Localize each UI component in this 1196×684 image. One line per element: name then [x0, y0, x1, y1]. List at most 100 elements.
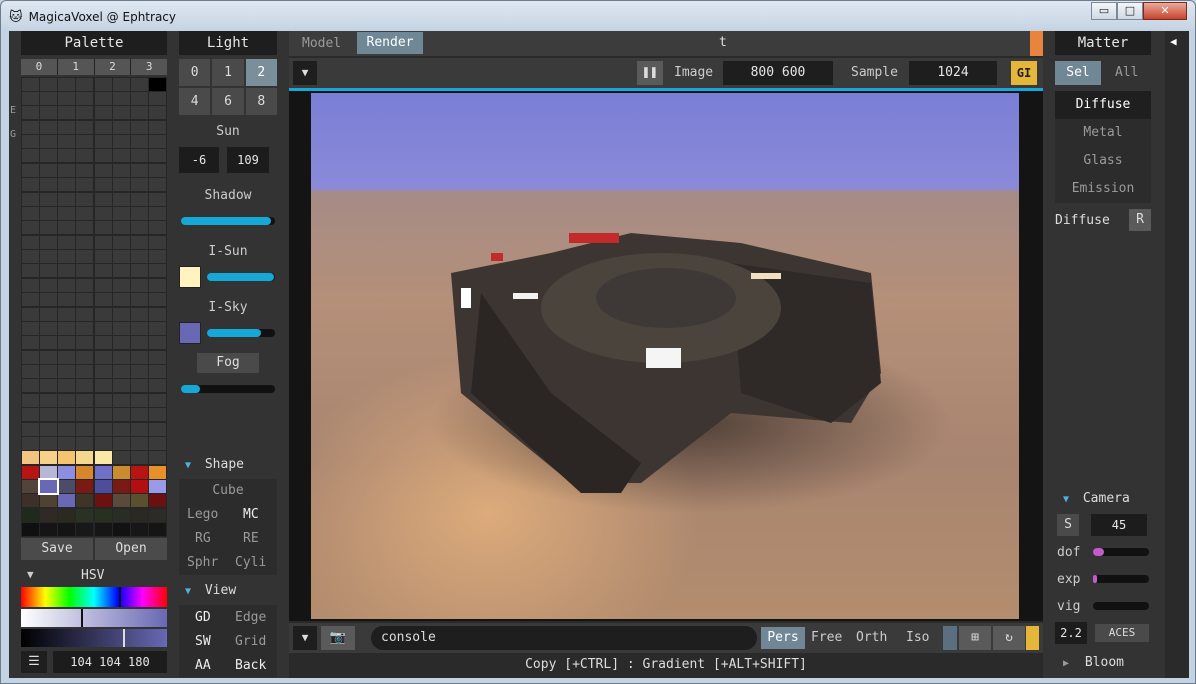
palette-swatch[interactable]: [149, 149, 167, 163]
palette-swatch[interactable]: [58, 278, 75, 292]
palette-swatch[interactable]: [21, 465, 39, 479]
palette-swatch[interactable]: [58, 350, 75, 364]
palette-swatch[interactable]: [149, 480, 167, 493]
palette-swatch[interactable]: [58, 365, 75, 378]
palette-swatch[interactable]: [149, 250, 167, 263]
palette-swatch[interactable]: [39, 250, 57, 263]
palette-swatch[interactable]: [131, 106, 148, 120]
palette-swatch[interactable]: [39, 264, 57, 278]
palette-swatch[interactable]: [112, 494, 130, 508]
aces-button[interactable]: ACES: [1095, 624, 1149, 642]
palette-swatch[interactable]: [76, 321, 94, 335]
palette-swatch[interactable]: [112, 206, 130, 220]
palette-swatch[interactable]: [112, 350, 130, 364]
palette-swatch[interactable]: [131, 393, 148, 407]
palette-swatch[interactable]: [58, 307, 75, 321]
matter-sel-button[interactable]: Sel: [1055, 61, 1101, 85]
palette-tab-3[interactable]: 3: [131, 59, 167, 75]
shape-section-header[interactable]: ▼ Shape: [185, 457, 244, 472]
palette-swatch[interactable]: [112, 120, 130, 134]
palette-swatch[interactable]: [94, 235, 112, 249]
palette-swatch[interactable]: [76, 408, 94, 422]
palette-swatch[interactable]: [94, 393, 112, 407]
palette-swatch[interactable]: [39, 120, 57, 134]
palette-swatch[interactable]: [39, 451, 57, 465]
palette-swatch[interactable]: [39, 422, 57, 436]
palette-swatch[interactable]: [112, 307, 130, 321]
palette-swatch[interactable]: [94, 250, 112, 263]
palette-swatch[interactable]: [76, 264, 94, 278]
palette-swatch[interactable]: [131, 91, 148, 105]
palette-swatch[interactable]: [131, 235, 148, 249]
palette-swatch[interactable]: [112, 336, 130, 350]
material-reset-button[interactable]: R: [1129, 209, 1151, 231]
material-emission[interactable]: Emission: [1055, 175, 1151, 203]
palette-swatch[interactable]: [58, 250, 75, 263]
palette-swatch[interactable]: [131, 264, 148, 278]
palette-swatch[interactable]: [76, 206, 94, 220]
palette-swatch[interactable]: [112, 149, 130, 163]
palette-swatch[interactable]: [21, 523, 39, 537]
palette-swatch[interactable]: [94, 422, 112, 436]
palette-swatch[interactable]: [131, 523, 148, 537]
palette-swatch[interactable]: [58, 149, 75, 163]
palette-swatch[interactable]: [21, 135, 39, 148]
palette-swatch[interactable]: [21, 163, 39, 177]
palette-swatch[interactable]: [39, 293, 57, 307]
palette-swatch[interactable]: [39, 379, 57, 393]
palette-swatch[interactable]: [58, 163, 75, 177]
palette-swatch[interactable]: [112, 480, 130, 493]
hsv-collapse-icon[interactable]: ▼: [27, 568, 34, 581]
view-aa[interactable]: AA: [195, 658, 211, 673]
view-gd[interactable]: GD: [195, 610, 211, 625]
palette-swatch[interactable]: [112, 91, 130, 105]
palette-swatch[interactable]: [76, 77, 94, 91]
palette-swatch[interactable]: [94, 278, 112, 292]
palette-swatch[interactable]: [76, 422, 94, 436]
palette-swatch[interactable]: [112, 192, 130, 206]
palette-swatch[interactable]: [131, 508, 148, 522]
minimize-button[interactable]: ▭: [1091, 2, 1117, 20]
palette-swatch[interactable]: [131, 178, 148, 192]
palette-swatch[interactable]: [76, 293, 94, 307]
palette-swatch[interactable]: [21, 508, 39, 522]
palette-tab-0[interactable]: 0: [21, 59, 57, 75]
palette-swatch[interactable]: [39, 163, 57, 177]
palette-swatch[interactable]: [149, 408, 167, 422]
value-bar[interactable]: [21, 629, 167, 647]
palette-swatch[interactable]: [94, 436, 112, 450]
palette-swatch[interactable]: [149, 465, 167, 479]
palette-swatch[interactable]: [94, 321, 112, 335]
palette-swatch[interactable]: [21, 206, 39, 220]
camera-s-button[interactable]: S: [1057, 514, 1079, 536]
palette-swatch[interactable]: [58, 178, 75, 192]
exp-slider[interactable]: [1093, 575, 1149, 583]
palette-swatch[interactable]: [112, 106, 130, 120]
palette-swatch[interactable]: [58, 523, 75, 537]
palette-swatch[interactable]: [76, 393, 94, 407]
rgb-field[interactable]: 104 104 180: [53, 651, 167, 673]
palette-swatch[interactable]: [149, 365, 167, 378]
palette-swatch[interactable]: [112, 163, 130, 177]
palette-swatch[interactable]: [21, 365, 39, 378]
isun-slider[interactable]: [207, 273, 275, 281]
palette-swatch[interactable]: [149, 508, 167, 522]
palette-swatch[interactable]: [21, 293, 39, 307]
palette-swatch[interactable]: [76, 350, 94, 364]
isky-slider[interactable]: [207, 329, 275, 337]
palette-swatch[interactable]: [76, 235, 94, 249]
palette-swatch[interactable]: [39, 149, 57, 163]
camera-snapshot-icon[interactable]: 📷: [321, 626, 355, 650]
palette-swatch[interactable]: [131, 379, 148, 393]
light-slot-0[interactable]: 0: [179, 59, 211, 86]
palette-swatch[interactable]: [131, 422, 148, 436]
palette-swatch[interactable]: [149, 91, 167, 105]
palette-swatch[interactable]: [21, 221, 39, 235]
fog-button[interactable]: Fog: [197, 353, 259, 373]
palette-swatch[interactable]: [21, 278, 39, 292]
palette-swatch[interactable]: [76, 336, 94, 350]
palette-swatch[interactable]: [112, 264, 130, 278]
palette-swatch[interactable]: [21, 149, 39, 163]
palette-swatch[interactable]: [112, 178, 130, 192]
view-edge[interactable]: Edge: [235, 610, 266, 625]
